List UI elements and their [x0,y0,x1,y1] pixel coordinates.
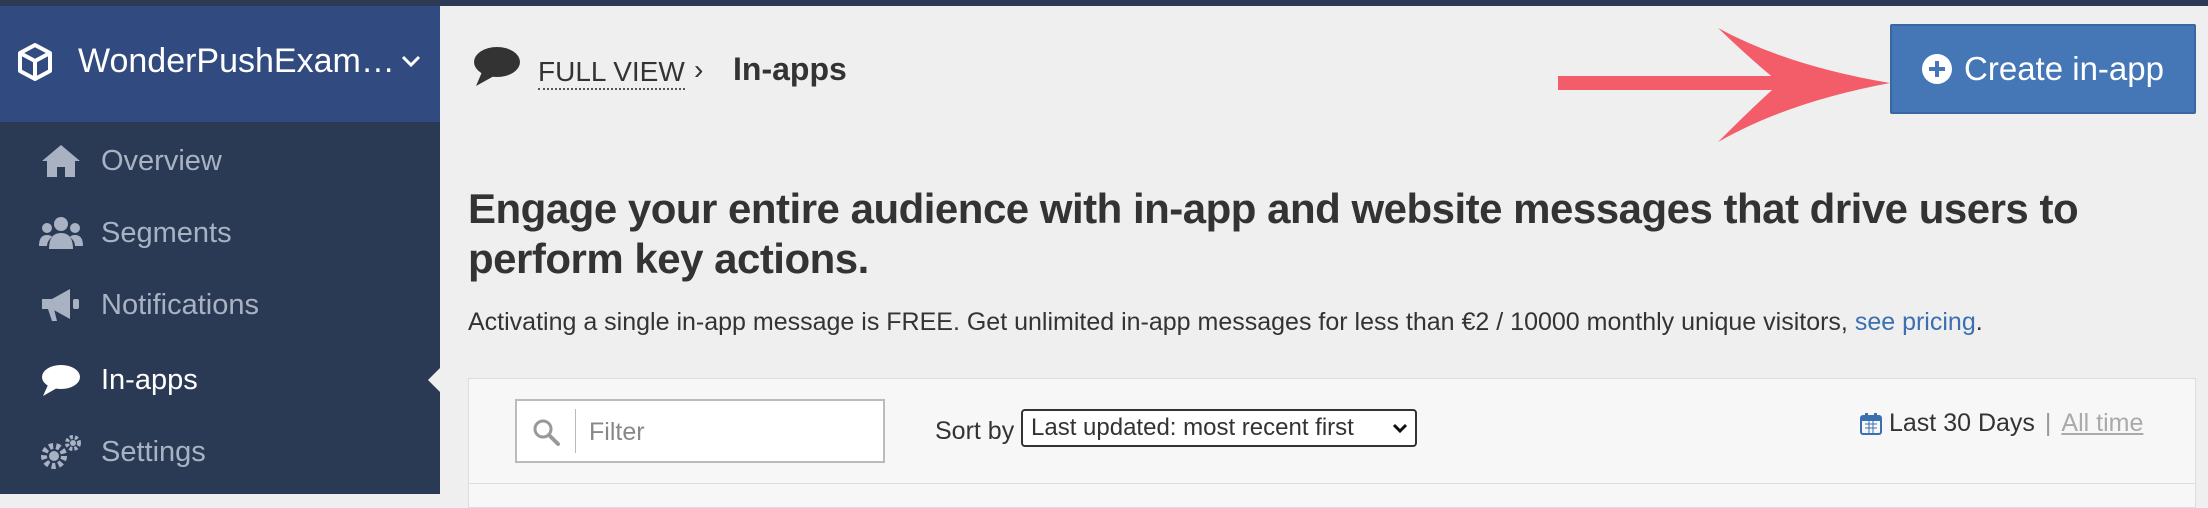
sidebar-item-label: Segments [101,216,232,249]
speech-bubble-icon [42,365,80,396]
speech-bubble-icon [474,47,520,86]
page-title: In-apps [733,51,847,87]
sort-select-value: Last updated: most recent first [1031,414,1354,441]
filter-box[interactable] [515,399,885,463]
main-content: FULL VIEW › In-apps Create in-app Engage… [440,6,2208,508]
pricing-info-text: Activating a single in-app message is FR… [468,308,1855,336]
sidebar-item-overview[interactable]: Overview [0,131,440,191]
headline: Engage your entire audience with in-app … [468,185,2079,282]
sidebar: WonderPushExam… Overview Segments Notifi… [0,6,440,494]
app-switcher[interactable]: WonderPushExam… [0,6,440,122]
sidebar-item-label: Notifications [101,288,259,321]
range-all-time-link[interactable]: All time [2061,409,2143,438]
app-name: WonderPushExam… [78,42,395,80]
megaphone-icon [42,289,79,321]
search-icon [533,419,560,446]
gears-icon [41,435,81,469]
sidebar-item-segments[interactable]: Segments [0,203,440,263]
sidebar-item-notifications[interactable]: Notifications [0,275,440,335]
pricing-info-end: . [1975,308,1983,336]
cube-icon [18,43,52,81]
sort-select[interactable]: Last updated: most recent first [1021,409,1417,447]
range-last-30-days[interactable]: Last 30 Days [1889,409,2035,438]
panel-divider [469,483,2195,484]
breadcrumb-full-view-link[interactable]: FULL VIEW [538,56,685,90]
pricing-info: Activating a single in-app message is FR… [468,308,1983,337]
filter-input[interactable] [587,409,871,455]
sidebar-item-label: Settings [101,435,206,468]
breadcrumb-separator: › [694,54,704,85]
sidebar-item-label: In-apps [101,363,198,396]
chevron-down-icon [1392,423,1408,434]
date-range: Last 30 Days | All time [1859,409,2143,438]
sidebar-item-in-apps[interactable]: In-apps [0,350,440,410]
sidebar-item-settings[interactable]: Settings [0,422,440,482]
arrow-annotation-icon [1558,28,1890,142]
users-icon [39,217,83,249]
filter-divider [575,409,576,453]
see-pricing-link[interactable]: see pricing [1855,308,1976,336]
create-in-app-label: Create in-app [1964,50,2164,87]
create-in-app-button[interactable]: Create in-app [1890,24,2196,114]
home-icon [42,145,80,177]
calendar-icon [1860,412,1882,435]
active-indicator [428,368,440,392]
sort-label: Sort by [935,417,1015,445]
plus-circle-icon [1922,54,1953,84]
in-apps-panel: Sort by Last updated: most recent first … [468,378,2196,508]
chevron-down-icon [401,55,421,68]
range-separator: | [2044,409,2052,437]
sidebar-item-label: Overview [101,144,222,177]
